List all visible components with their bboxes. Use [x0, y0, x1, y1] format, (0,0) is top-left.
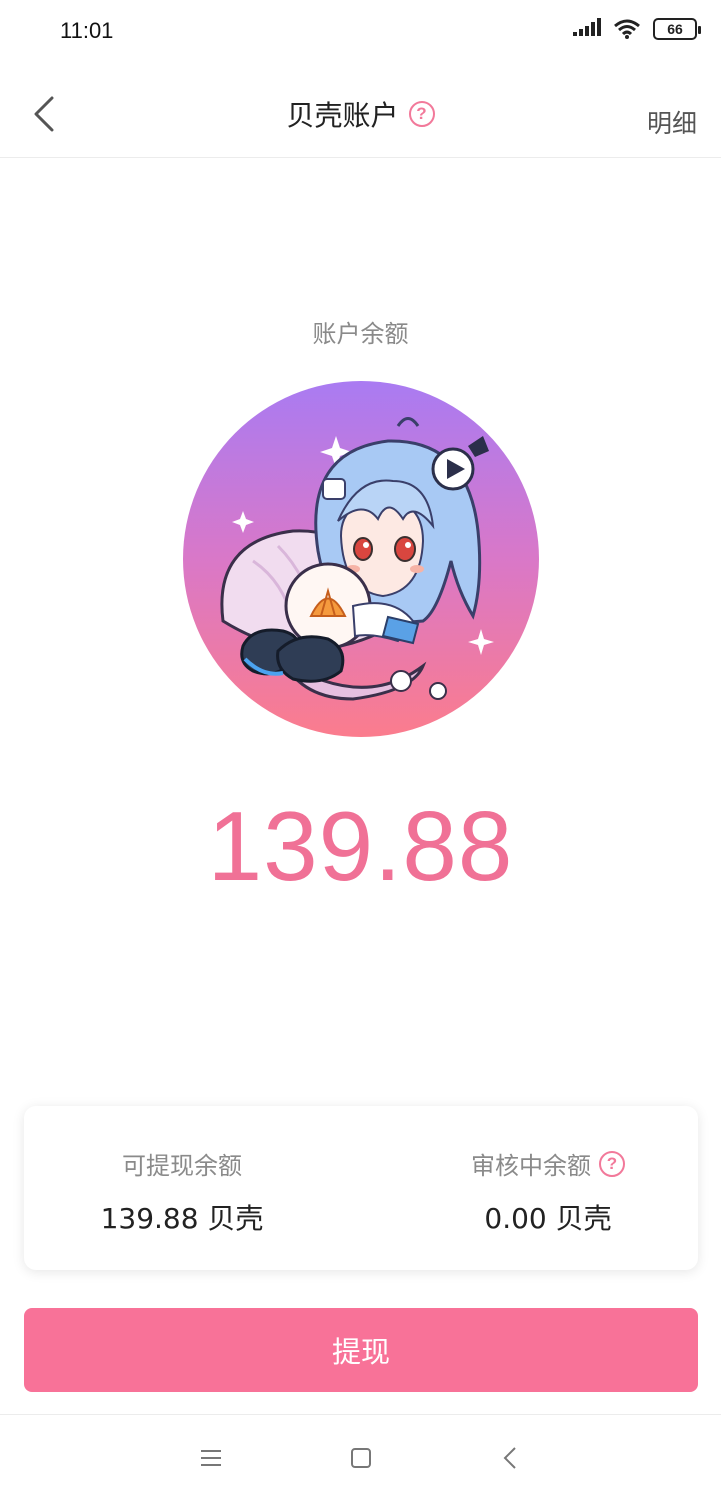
- mascot-illustration: [183, 381, 539, 737]
- withdrawable-section: 可提现余额 139.88 贝壳: [62, 1146, 302, 1237]
- pending-label: 审核中余额 ?: [471, 1146, 625, 1181]
- withdrawable-label-text: 可提现余额: [122, 1152, 242, 1180]
- page-title: 贝壳账户: [286, 99, 399, 132]
- balance-amount: 139.88: [207, 791, 514, 901]
- signal-icon: [573, 18, 601, 36]
- system-navigation-bar: [0, 1414, 721, 1500]
- mascot-artwork: [220, 417, 494, 701]
- balance-label: 账户余额: [312, 320, 409, 348]
- shell-account-page: 11:01 66 贝壳账户 ? 明细 账户余额 139.88 可提现余额 139…: [0, 0, 721, 1500]
- battery-icon: 66: [653, 18, 701, 40]
- status-bar: 11:01 66: [0, 0, 721, 64]
- wifi-icon: [614, 19, 640, 39]
- question-circle-icon[interactable]: ?: [408, 101, 435, 127]
- withdraw-button[interactable]: 提现: [24, 1308, 698, 1392]
- pending-section: 审核中余额 ? 0.00 贝壳: [438, 1146, 658, 1237]
- balance-breakdown-card: 可提现余额 139.88 贝壳 审核中余额 ? 0.00 贝壳: [24, 1106, 698, 1270]
- home-icon[interactable]: [346, 1443, 376, 1473]
- withdrawable-value: 139.88 贝壳: [100, 1202, 264, 1235]
- question-circle-icon[interactable]: ?: [599, 1150, 625, 1177]
- status-icons: 66: [573, 18, 701, 40]
- menu-icon[interactable]: [196, 1443, 226, 1473]
- page-title-group: 贝壳账户 ?: [0, 94, 721, 134]
- navigation-bar: 贝壳账户 ? 明细: [0, 64, 721, 158]
- withdrawable-label: 可提现余额: [122, 1146, 242, 1181]
- battery-level: 66: [667, 21, 683, 37]
- details-link[interactable]: 明细: [647, 104, 697, 140]
- pending-value: 0.00 贝壳: [484, 1202, 612, 1235]
- pending-label-text: 审核中余额: [471, 1152, 591, 1180]
- back-icon[interactable]: [496, 1443, 526, 1473]
- status-time: 11:01: [60, 18, 114, 43]
